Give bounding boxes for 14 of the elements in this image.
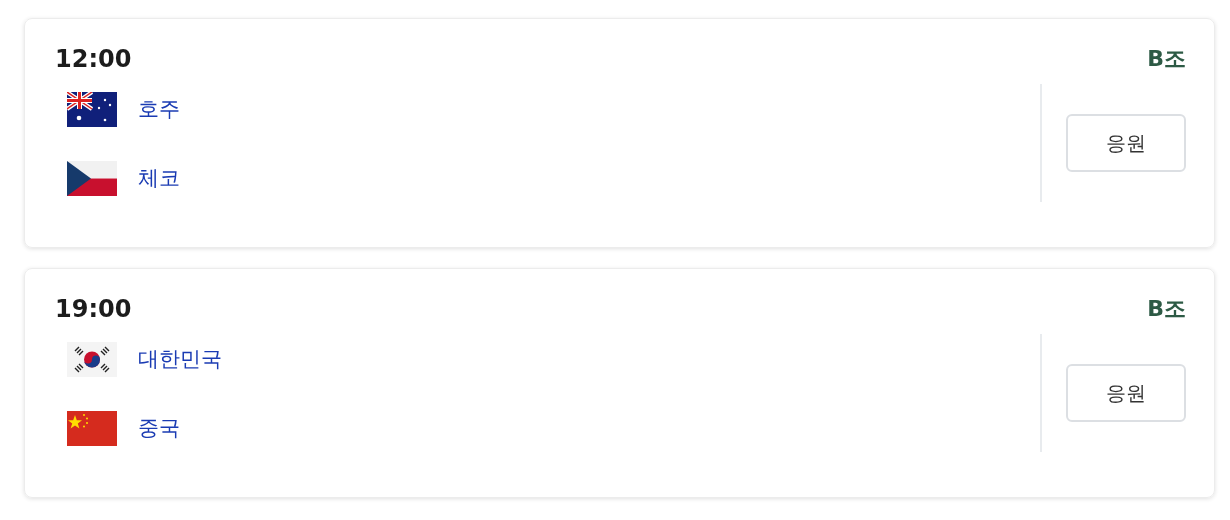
flag-icon	[67, 342, 117, 377]
match-time: 12:00	[55, 44, 132, 75]
group-label: B조	[1147, 45, 1186, 73]
flag-icon	[67, 161, 117, 196]
team-name[interactable]: 호주	[138, 93, 180, 126]
match-time: 19:00	[55, 294, 132, 325]
flag-icon	[67, 92, 117, 127]
cheer-button[interactable]: 응원	[1066, 364, 1186, 422]
team-name[interactable]: 대한민국	[138, 343, 222, 376]
group-label: B조	[1147, 295, 1186, 323]
cheer-button[interactable]: 응원	[1066, 114, 1186, 172]
team-name[interactable]: 중국	[138, 412, 180, 445]
flag-icon	[67, 411, 117, 446]
team-name[interactable]: 체코	[138, 162, 180, 195]
